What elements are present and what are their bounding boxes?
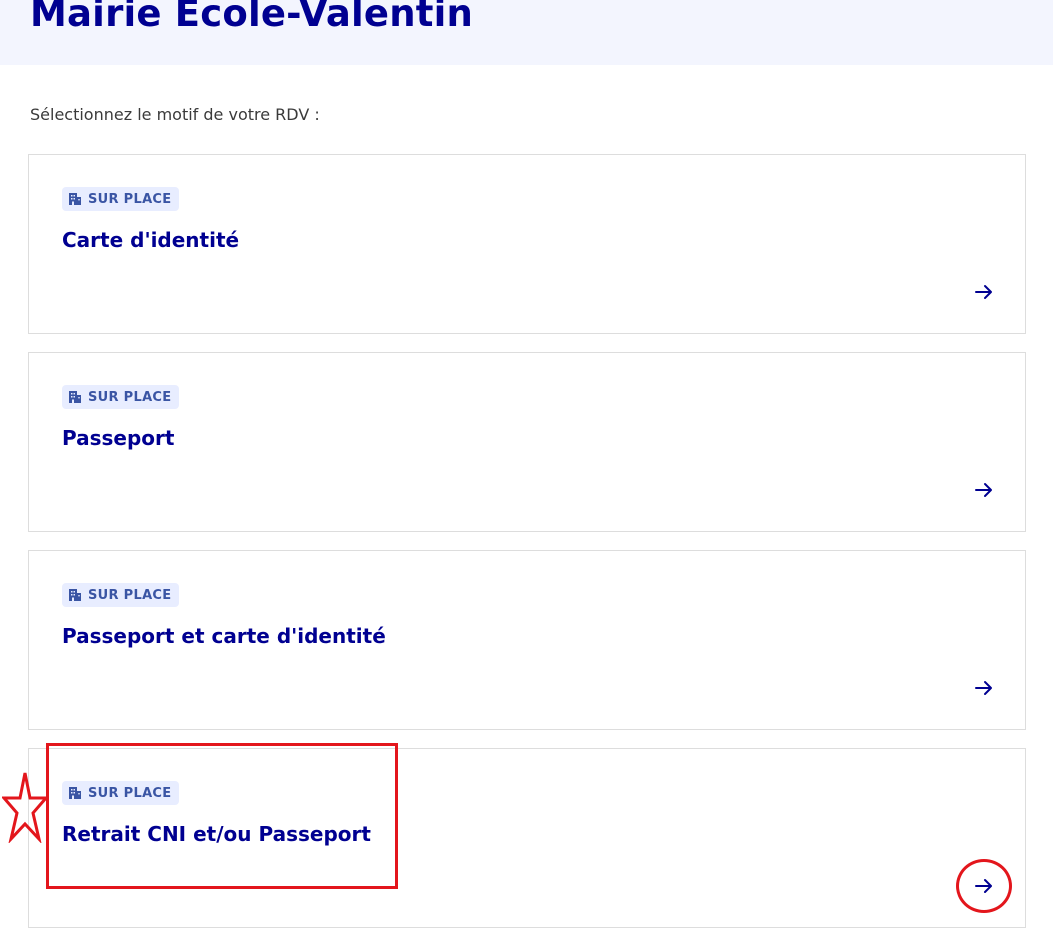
badge-label: SUR PLACE [88,191,172,207]
page-title: Mairie Ecole-Valentin [30,0,474,35]
motif-title: Passeport et carte d'identité [62,624,386,648]
arrow-right-icon[interactable] [973,677,995,699]
motif-card-carte-identite[interactable]: SUR PLACE Carte d'identité [28,154,1026,334]
badge-label: SUR PLACE [88,587,172,603]
building-icon [69,193,81,205]
building-icon [69,391,81,403]
arrow-right-icon[interactable] [973,281,995,303]
arrow-right-icon[interactable] [973,875,995,897]
badge-label: SUR PLACE [88,389,172,405]
motif-title: Retrait CNI et/ou Passeport [62,822,371,846]
motif-prompt: Sélectionnez le motif de votre RDV : [30,105,320,124]
motif-title: Passeport [62,426,175,450]
location-badge: SUR PLACE [62,385,180,409]
motif-card-retrait[interactable]: SUR PLACE Retrait CNI et/ou Passeport [28,748,1026,928]
building-icon [69,589,81,601]
badge-label: SUR PLACE [88,785,172,801]
arrow-right-icon[interactable] [973,479,995,501]
motif-card-passeport[interactable]: SUR PLACE Passeport [28,352,1026,532]
page-header: Mairie Ecole-Valentin [0,0,1053,65]
motif-title: Carte d'identité [62,228,240,252]
location-badge: SUR PLACE [62,583,180,607]
motif-card-passeport-et-carte[interactable]: SUR PLACE Passeport et carte d'identité [28,550,1026,730]
location-badge: SUR PLACE [62,781,180,805]
building-icon [69,787,81,799]
location-badge: SUR PLACE [62,187,180,211]
